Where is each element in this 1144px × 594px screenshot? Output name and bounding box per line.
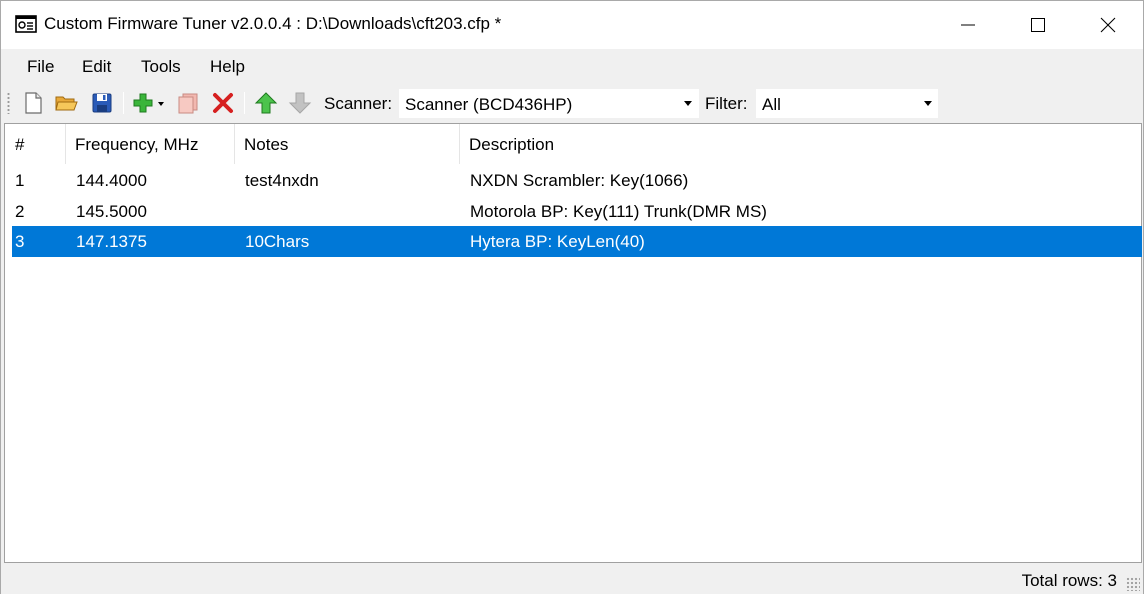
menu-edit[interactable]: Edit xyxy=(82,57,111,77)
cell-frequency: 147.1375 xyxy=(76,232,147,251)
status-bar: Total rows: 3 xyxy=(1,563,1143,594)
column-header-number[interactable]: # xyxy=(5,124,65,164)
chevron-down-icon[interactable] xyxy=(924,101,932,106)
column-header-label: Notes xyxy=(244,135,289,154)
column-header-label: Frequency, MHz xyxy=(75,135,199,154)
column-header-description[interactable]: Description xyxy=(460,124,760,164)
cell-description: NXDN Scrambler: Key(1066) xyxy=(470,171,689,190)
move-up-icon[interactable] xyxy=(254,91,278,115)
app-window: Custom Firmware Tuner v2.0.0.4 : D:\Down… xyxy=(0,0,1144,594)
filter-label: Filter: xyxy=(705,94,748,113)
menu-tools[interactable]: Tools xyxy=(141,57,181,77)
delete-icon[interactable] xyxy=(211,91,235,115)
cell-description: Hytera BP: KeyLen(40) xyxy=(470,232,645,251)
toolbar-separator xyxy=(123,92,124,114)
app-icon xyxy=(15,15,37,33)
table-row-selected[interactable]: 3 147.1375 10Chars Hytera BP: KeyLen(40) xyxy=(12,226,1142,257)
open-folder-icon[interactable] xyxy=(54,91,78,115)
save-icon[interactable] xyxy=(90,91,114,115)
filter-select-value: All xyxy=(762,95,781,114)
toolbar: Scanner: Scanner (BCD436HP) Filter: All xyxy=(1,84,1143,122)
copy-icon[interactable] xyxy=(176,91,200,115)
close-button[interactable] xyxy=(1073,1,1143,49)
column-header-label: Description xyxy=(469,135,555,154)
table-row[interactable]: 1 144.4000 test4nxdn NXDN Scrambler: Key… xyxy=(12,165,1142,196)
move-down-icon[interactable] xyxy=(288,91,312,115)
cell-description: Motorola BP: Key(111) Trunk(DMR MS) xyxy=(470,202,767,221)
cell-notes: 10Chars xyxy=(245,232,310,251)
cell-notes: test4nxdn xyxy=(245,171,319,190)
add-icon[interactable] xyxy=(132,91,168,115)
minimize-button[interactable] xyxy=(933,1,1003,49)
resize-grip[interactable] xyxy=(1126,577,1140,591)
column-header-notes[interactable]: Notes xyxy=(235,124,459,164)
new-file-icon[interactable] xyxy=(21,91,45,115)
minimize-icon xyxy=(961,24,975,26)
chevron-down-icon[interactable] xyxy=(684,101,692,106)
toolbar-grip[interactable] xyxy=(7,92,10,114)
cell-number: 1 xyxy=(15,171,25,190)
maximize-icon xyxy=(1031,18,1045,32)
menu-help[interactable]: Help xyxy=(210,57,245,77)
menu-bar: File Edit Tools Help xyxy=(1,49,1143,84)
scanner-select-value: Scanner (BCD436HP) xyxy=(405,95,573,114)
total-rows-status: Total rows: 3 xyxy=(1021,571,1117,590)
cell-number: 3 xyxy=(15,232,25,251)
channel-table[interactable]: # Frequency, MHz Notes Description 1 144… xyxy=(4,123,1142,563)
cell-frequency: 145.5000 xyxy=(76,202,147,221)
scanner-label: Scanner: xyxy=(324,94,393,113)
menu-file[interactable]: File xyxy=(27,57,54,77)
close-icon xyxy=(1100,17,1116,33)
title-bar[interactable]: Custom Firmware Tuner v2.0.0.4 : D:\Down… xyxy=(1,1,1143,49)
toolbar-separator xyxy=(244,92,245,114)
cell-frequency: 144.4000 xyxy=(76,171,147,190)
scanner-select[interactable]: Scanner (BCD436HP) xyxy=(399,89,699,118)
cell-number: 2 xyxy=(15,202,25,221)
column-header-frequency[interactable]: Frequency, MHz xyxy=(66,124,234,164)
table-row[interactable]: 2 145.5000 Motorola BP: Key(111) Trunk(D… xyxy=(12,196,1142,227)
window-title: Custom Firmware Tuner v2.0.0.4 : D:\Down… xyxy=(44,14,502,33)
column-header-label: # xyxy=(15,135,25,154)
filter-select[interactable]: All xyxy=(756,89,938,118)
maximize-button[interactable] xyxy=(1003,1,1073,49)
